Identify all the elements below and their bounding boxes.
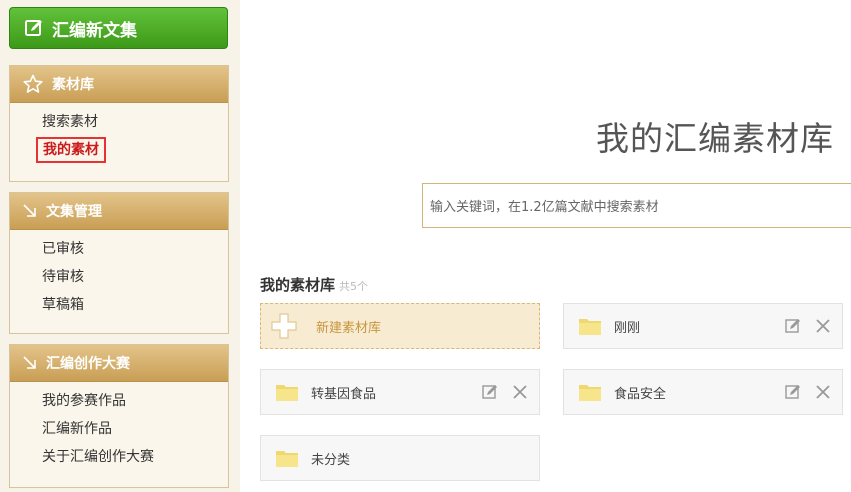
new-collection-label: 汇编新文集 — [52, 20, 137, 41]
sidebar-item-new-works[interactable]: 汇编新作品 — [10, 415, 228, 443]
folder-label: 食品安全 — [614, 386, 667, 402]
arrow-down-right-icon — [22, 203, 38, 219]
folder-card[interactable]: 未分类 — [260, 435, 540, 481]
close-icon[interactable] — [511, 383, 529, 401]
new-collection-button[interactable]: 汇编新文集 — [9, 7, 228, 49]
folder-label: 刚刚 — [614, 320, 641, 336]
close-icon[interactable] — [814, 383, 832, 401]
panel-collection-management: 文集管理 已审核 待审核 草稿箱 — [9, 192, 229, 334]
folder-icon — [275, 382, 299, 402]
panel-header-compilation-contest[interactable]: 汇编创作大赛 — [10, 345, 228, 382]
panel-material-library: 素材库 搜索素材 我的素材 — [9, 65, 229, 182]
folder-icon — [275, 448, 299, 468]
panel-title: 文集管理 — [46, 204, 102, 220]
folder-icon — [578, 382, 602, 402]
page-title: 我的汇编素材库 — [596, 119, 834, 158]
edit-icon[interactable] — [481, 383, 499, 401]
sidebar-item-approved[interactable]: 已审核 — [10, 235, 228, 263]
new-library-button[interactable]: 新建素材库 — [260, 303, 540, 349]
sidebar-item-about-contest[interactable]: 关于汇编创作大赛 — [10, 443, 228, 471]
folder-label: 转基因食品 — [311, 386, 377, 402]
sidebar-item-my-entries[interactable]: 我的参赛作品 — [10, 387, 228, 415]
edit-icon — [24, 18, 44, 38]
folder-card[interactable]: 食品安全 — [563, 369, 843, 415]
sidebar-item-my-material[interactable]: 我的素材 — [10, 136, 228, 164]
panel-title: 素材库 — [52, 77, 94, 93]
arrow-down-right-icon — [22, 355, 38, 371]
panel-header-material-library[interactable]: 素材库 — [10, 66, 228, 103]
plus-icon — [270, 312, 298, 340]
star-icon — [22, 74, 44, 94]
close-icon[interactable] — [814, 317, 832, 335]
section-title: 我的素材库 共5个 — [260, 274, 368, 295]
section-count: 共5个 — [339, 280, 369, 293]
edit-icon[interactable] — [784, 383, 802, 401]
panel-title: 汇编创作大赛 — [46, 356, 130, 372]
sidebar-item-drafts[interactable]: 草稿箱 — [10, 291, 228, 319]
edit-icon[interactable] — [784, 317, 802, 335]
folder-card[interactable]: 刚刚 — [563, 303, 843, 349]
panel-header-collection-management[interactable]: 文集管理 — [10, 193, 228, 230]
sidebar-item-pending[interactable]: 待审核 — [10, 263, 228, 291]
folder-icon — [578, 316, 602, 336]
new-library-label: 新建素材库 — [316, 320, 382, 336]
section-title-label: 我的素材库 — [260, 276, 336, 294]
search-placeholder: 输入关键词，在1.2亿篇文献中搜索素材 — [430, 200, 659, 215]
sidebar-item-search-material[interactable]: 搜索素材 — [10, 108, 228, 136]
sidebar: 汇编新文集 素材库 搜索素材 我的素材 文集管理 已审核 待审核 草稿箱 汇编创… — [0, 0, 240, 492]
panel-compilation-contest: 汇编创作大赛 我的参赛作品 汇编新作品 关于汇编创作大赛 — [9, 344, 229, 488]
folder-card[interactable]: 转基因食品 — [260, 369, 540, 415]
search-input[interactable]: 输入关键词，在1.2亿篇文献中搜索素材 — [422, 183, 851, 228]
folder-label: 未分类 — [311, 452, 351, 468]
